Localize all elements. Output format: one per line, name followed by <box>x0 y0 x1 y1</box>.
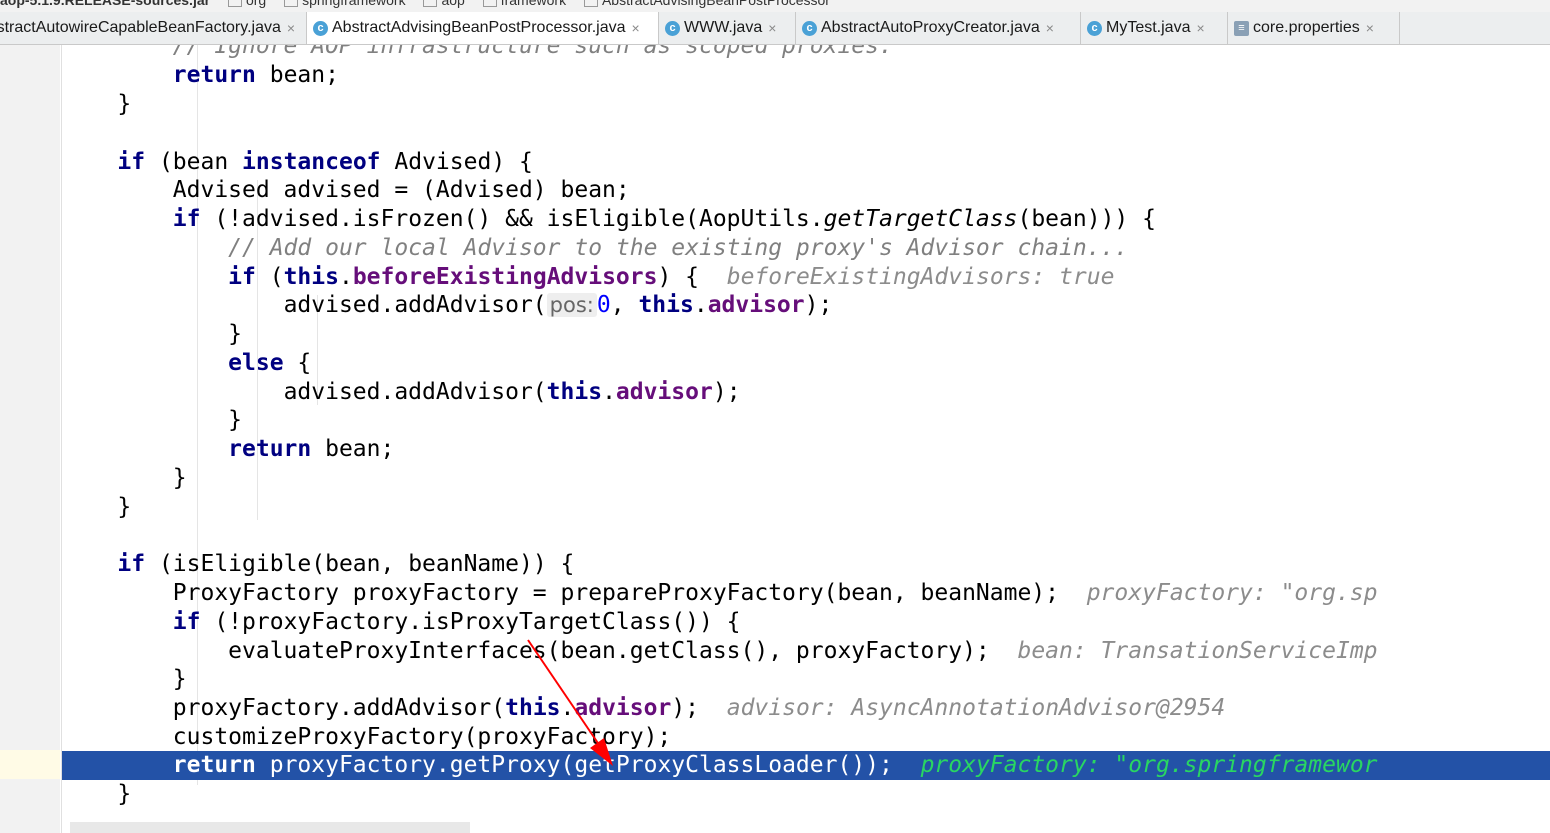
code-line: if (!advised.isFrozen() && isEligible(Ao… <box>172 206 1156 232</box>
breadcrumb-item[interactable]: springframework <box>302 0 405 8</box>
tab-label: AbstractAutowireCapableBeanFactory.java <box>0 19 281 36</box>
tab-label: WWW.java <box>684 19 763 36</box>
class-icon <box>583 0 598 8</box>
tab-label: MyTest.java <box>1106 19 1191 36</box>
folder-icon <box>284 0 299 8</box>
folder-icon <box>482 0 497 8</box>
code-editor[interactable]: // Ignore AOP infrastructure such as sco… <box>62 45 1550 833</box>
code-line: // Add our local Advisor to the existing… <box>228 235 1129 261</box>
horizontal-scrollbar[interactable] <box>70 822 470 833</box>
code-line: if (bean instanceof Advised) { <box>117 149 533 175</box>
code-line: if (!proxyFactory.isProxyTargetClass()) … <box>172 609 741 635</box>
tab-www[interactable]: c WWW.java × <box>659 12 796 44</box>
code-line: evaluateProxyInterfaces(bean.getClass(),… <box>228 638 1378 664</box>
tab-abstract-autowire-capable-bean-factory[interactable]: c AbstractAutowireCapableBeanFactory.jav… <box>0 12 307 44</box>
breadcrumb-item[interactable]: aop-5.1.9.RELEASE-sources.jar <box>0 0 210 8</box>
breadcrumb-item[interactable]: org <box>246 0 266 8</box>
close-icon[interactable]: × <box>768 20 776 36</box>
folder-icon <box>227 0 242 8</box>
class-icon: c <box>313 20 328 36</box>
tab-abstract-auto-proxy-creator[interactable]: c AbstractAutoProxyCreator.java × <box>796 12 1081 44</box>
code-line: advised.addAdvisor(pos: 0, this.advisor); <box>283 292 833 318</box>
code-line: } <box>117 91 132 117</box>
debug-inline-value: proxyFactory: "org.springframewor <box>920 752 1378 778</box>
tab-label: core.properties <box>1253 19 1360 36</box>
tab-core-properties[interactable]: ≡ core.properties × <box>1228 12 1400 44</box>
code-line: } <box>117 494 132 520</box>
code-line: } <box>117 781 132 807</box>
debug-inline-value: bean: TransationServiceImp <box>1017 638 1378 664</box>
parameter-hint: pos: <box>546 293 597 317</box>
folder-icon <box>423 0 438 8</box>
code-line: Advised advised = (Advised) bean; <box>172 177 630 203</box>
code-line: } <box>228 407 243 433</box>
execution-point-line: return proxyFactory.getProxy(getProxyCla… <box>62 751 1550 780</box>
breadcrumb: aop-5.1.9.RELEASE-sources.jar org spring… <box>0 0 1550 12</box>
tab-my-test[interactable]: c MyTest.java × <box>1081 12 1228 44</box>
code-line: customizeProxyFactory(proxyFactory); <box>172 724 672 750</box>
code-line: return bean; <box>228 436 395 462</box>
line-gutter[interactable] <box>0 45 60 833</box>
close-icon[interactable]: × <box>1366 20 1374 36</box>
close-icon[interactable]: × <box>1196 20 1204 36</box>
class-icon: c <box>665 20 680 36</box>
code-line: advised.addAdvisor(this.advisor); <box>283 379 741 405</box>
class-icon: c <box>1087 20 1102 36</box>
execution-point-gutter <box>0 750 60 779</box>
code-line: if (this.beforeExistingAdvisors) { befor… <box>228 264 1115 290</box>
properties-icon: ≡ <box>1234 20 1249 36</box>
close-icon[interactable]: × <box>287 20 295 36</box>
editor-tab-bar: c AbstractAutowireCapableBeanFactory.jav… <box>0 12 1550 45</box>
tab-abstract-advising-bean-post-processor[interactable]: c AbstractAdvisingBeanPostProcessor.java… <box>307 12 659 44</box>
breadcrumb-item[interactable]: AbstractAdvisingBeanPostProcessor <box>602 0 830 8</box>
debug-inline-value: advisor: AsyncAnnotationAdvisor@2954 <box>726 695 1226 721</box>
tab-label: AbstractAdvisingBeanPostProcessor.java <box>332 19 626 36</box>
tab-label: AbstractAutoProxyCreator.java <box>821 19 1040 36</box>
code-line: else { <box>228 350 312 376</box>
code-line: } <box>228 321 243 347</box>
code-line: } <box>172 666 187 692</box>
close-icon[interactable]: × <box>631 20 639 36</box>
code-line: proxyFactory.addAdvisor(this.advisor); a… <box>172 695 1226 721</box>
debug-inline-value: beforeExistingAdvisors: true <box>726 264 1115 290</box>
class-icon: c <box>802 20 817 36</box>
debug-inline-value: proxyFactory: "org.sp <box>1086 580 1378 606</box>
close-icon[interactable]: × <box>1046 20 1054 36</box>
breadcrumb-item[interactable]: framework <box>501 0 566 8</box>
code-line: } <box>172 465 187 491</box>
code-line: // Ignore AOP infrastructure such as sco… <box>172 45 893 59</box>
code-line: return bean; <box>172 62 339 88</box>
breadcrumb-item[interactable]: aop <box>441 0 464 8</box>
code-line: if (isEligible(bean, beanName)) { <box>117 551 575 577</box>
code-line: ProxyFactory proxyFactory = prepareProxy… <box>172 580 1378 606</box>
